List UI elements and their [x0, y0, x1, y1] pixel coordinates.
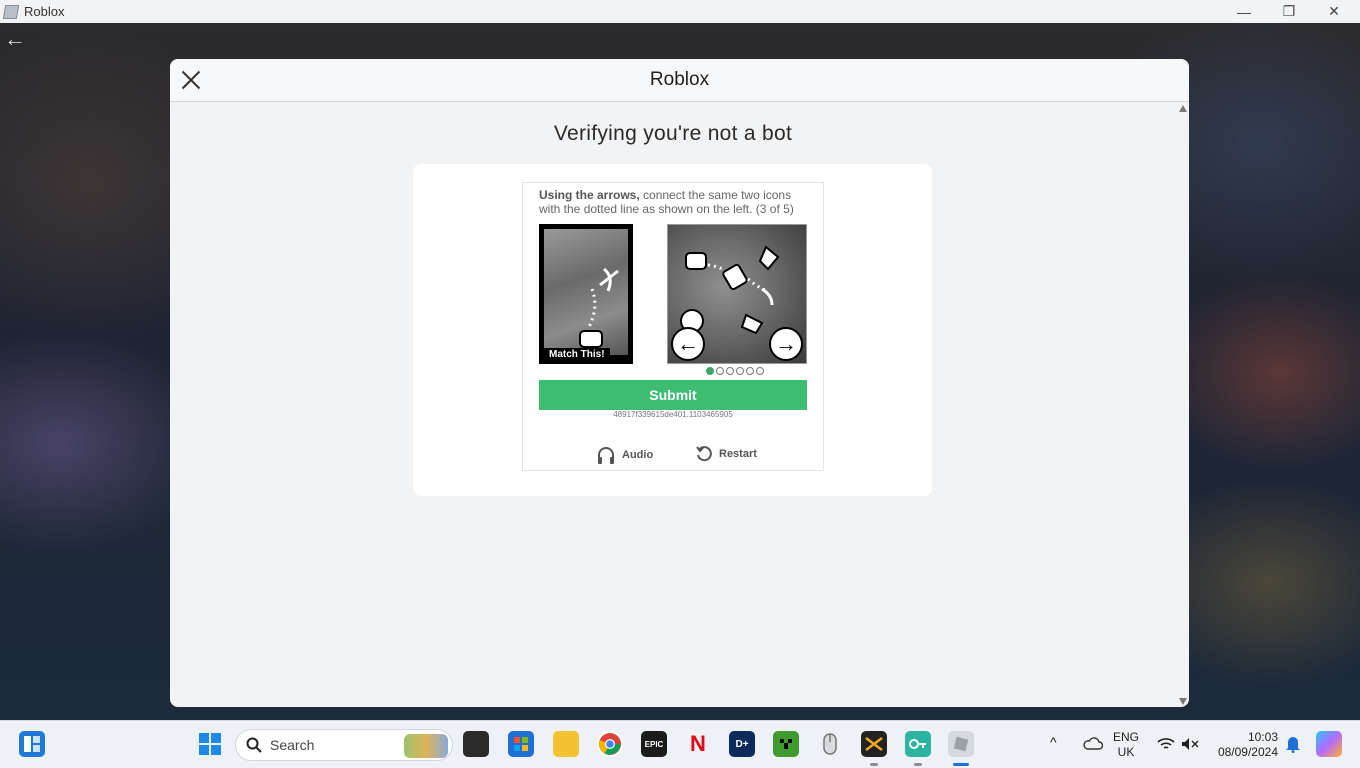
minecraft-icon[interactable]	[773, 731, 799, 757]
file-explorer-icon[interactable]	[553, 731, 579, 757]
option-dot	[746, 367, 754, 375]
epic-games-icon[interactable]: EPIC	[641, 731, 667, 757]
volume-muted-icon[interactable]	[1177, 731, 1203, 757]
taskbar-search[interactable]	[235, 729, 453, 761]
search-icon	[246, 737, 262, 753]
running-indicator	[914, 763, 922, 766]
window-title: Roblox	[24, 4, 65, 19]
vpn-icon[interactable]	[905, 731, 931, 757]
verification-modal: Roblox Verifying you're not a bot Using …	[170, 59, 1189, 707]
restart-button[interactable]: Restart	[695, 445, 757, 463]
submit-button[interactable]: Submit	[539, 380, 807, 410]
window-title-bar: Roblox — ❐ ✕	[0, 0, 1360, 23]
next-arrow-button[interactable]: →	[769, 327, 803, 361]
captcha-instruction: Using the arrows, connect the same two i…	[539, 188, 809, 216]
mouse-app-icon[interactable]	[817, 731, 843, 757]
maximize-button[interactable]: ❐	[1266, 0, 1312, 23]
restart-label: Restart	[719, 448, 757, 460]
clock-time: 10:03	[1247, 730, 1278, 744]
active-indicator	[953, 763, 969, 766]
option-dot	[736, 367, 744, 375]
audio-label: Audio	[622, 449, 654, 461]
widgets-icon[interactable]	[19, 731, 45, 757]
modal-close-icon[interactable]	[179, 68, 203, 92]
match-reference-image	[544, 229, 628, 355]
language-indicator[interactable]: ENG UK	[1113, 730, 1139, 760]
microsoft-store-icon[interactable]	[508, 731, 534, 757]
clock-date: 08/09/2024	[1217, 745, 1278, 759]
show-hidden-icons-chevron-icon[interactable]: ^	[1050, 735, 1057, 750]
clock[interactable]: 10:03 08/09/2024	[1210, 730, 1278, 760]
roblox-icon[interactable]	[948, 731, 974, 757]
reference-icons	[579, 267, 619, 348]
audio-button[interactable]: Audio	[596, 445, 653, 465]
onedrive-sync-icon[interactable]	[1080, 731, 1106, 757]
close-window-button[interactable]: ✕	[1311, 0, 1357, 23]
captcha-card: Using the arrows, connect the same two i…	[413, 164, 932, 496]
disney-plus-icon[interactable]: D+	[729, 731, 755, 757]
option-dot	[756, 367, 764, 375]
copilot-icon[interactable]	[1316, 731, 1342, 757]
netflix-icon[interactable]: N	[685, 731, 711, 757]
task-view-icon[interactable]	[463, 731, 489, 757]
match-this-panel: Match This!	[539, 224, 633, 364]
previous-arrow-button[interactable]: ←	[671, 327, 705, 361]
option-indicator-dots	[706, 367, 764, 375]
option-dot	[706, 367, 714, 375]
modal-header: Roblox	[170, 59, 1189, 102]
restart-icon	[696, 446, 712, 462]
search-highlight-image	[404, 734, 448, 758]
headphones-icon	[598, 447, 614, 464]
region-code: UK	[1117, 745, 1135, 759]
option-dot	[716, 367, 724, 375]
option-dot	[726, 367, 734, 375]
taskbar: EPIC N D+ ^ ENG UK 10:03 08/09/2024	[0, 720, 1360, 768]
roblox-app-icon	[2, 4, 20, 19]
minimize-button[interactable]: —	[1221, 0, 1267, 23]
chrome-icon[interactable]	[597, 731, 623, 757]
notification-bell-icon[interactable]	[1280, 731, 1306, 757]
scroll-up-arrow-icon[interactable]	[1179, 105, 1187, 112]
start-icon[interactable]	[197, 731, 223, 757]
modal-title: Roblox	[649, 69, 710, 90]
running-indicator	[870, 763, 878, 766]
answer-choice-panel: ← →	[667, 224, 807, 364]
back-arrow-icon[interactable]: ←	[4, 26, 26, 52]
match-this-label: Match This!	[544, 348, 610, 361]
scroll-down-arrow-icon[interactable]	[1179, 698, 1187, 705]
instruction-bold: Using the arrows,	[539, 188, 640, 202]
language-code: ENG	[1113, 730, 1140, 744]
verify-heading: Verifying you're not a bot	[553, 122, 793, 145]
search-input[interactable]	[270, 737, 390, 753]
app-icon[interactable]	[861, 731, 887, 757]
captcha-challenge: Using the arrows, connect the same two i…	[522, 182, 824, 471]
wifi-icon[interactable]	[1153, 731, 1179, 757]
session-token: 48917f339615de401.1103465905	[613, 410, 733, 419]
